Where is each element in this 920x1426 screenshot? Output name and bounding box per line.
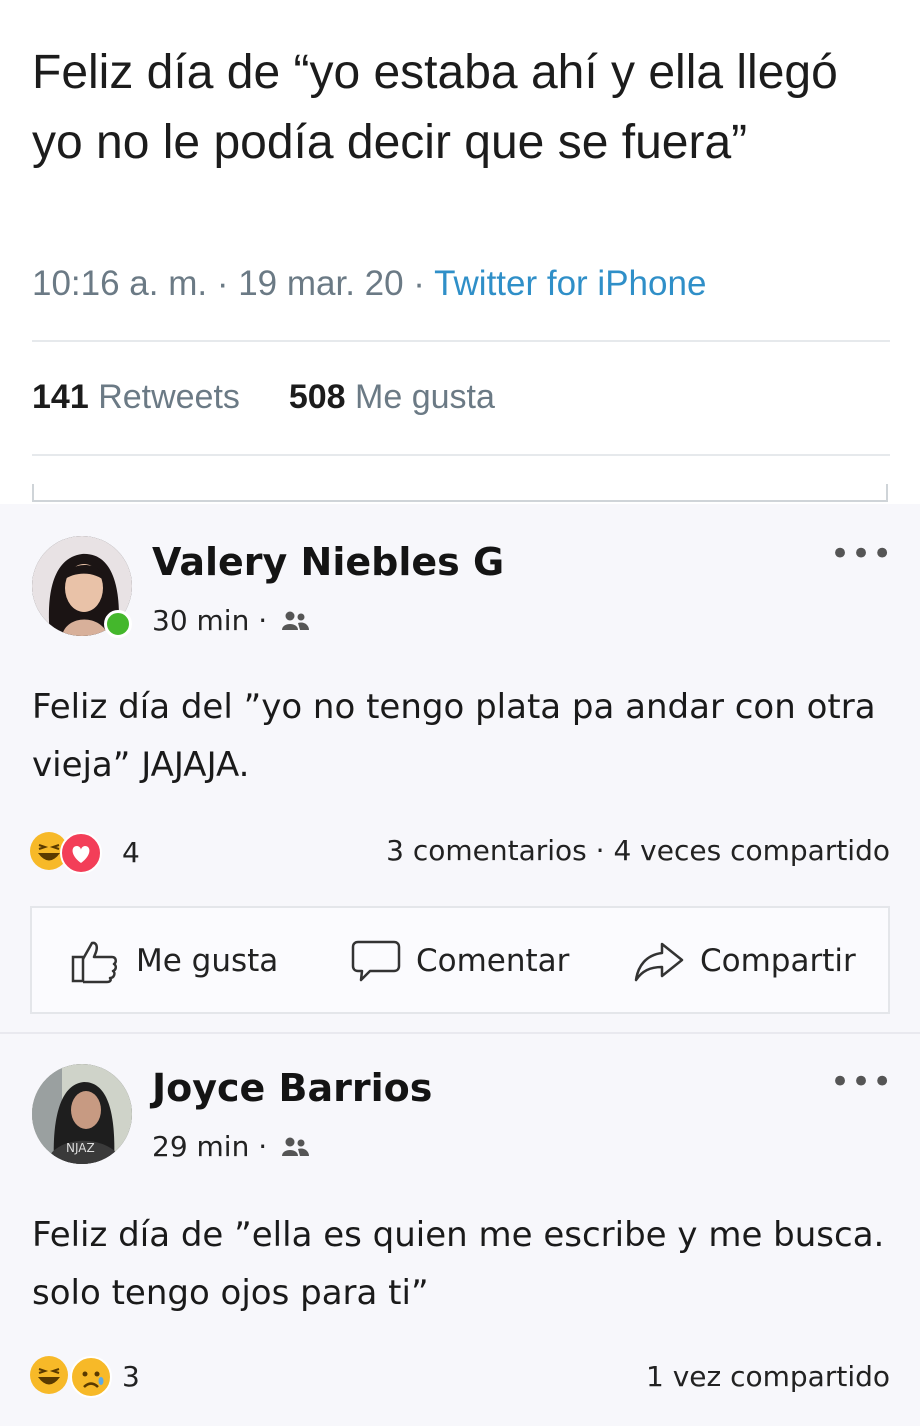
tweet-meta: 10:16 a. m. · 19 mar. 20 · Twitter for i…: [32, 264, 706, 304]
post-time: 29 min ·: [152, 1130, 310, 1165]
post-author[interactable]: Valery Niebles G: [152, 540, 504, 584]
more-options-icon[interactable]: •••: [830, 1062, 893, 1102]
sad-emoji-icon: [70, 1356, 112, 1398]
likes-count[interactable]: 508: [289, 378, 346, 416]
friends-icon: [280, 1132, 310, 1165]
divider: [32, 454, 890, 456]
svg-text:NJAZ: NJAZ: [66, 1141, 95, 1155]
reaction-count: 3: [122, 1360, 140, 1393]
retweets-label[interactable]: Retweets: [98, 378, 240, 416]
comment-button[interactable]: Comentar: [350, 938, 569, 984]
friends-icon: [280, 606, 310, 639]
tweet-source-link[interactable]: Twitter for iPhone: [434, 264, 706, 303]
thumbs-up-icon: [71, 941, 118, 984]
like-button[interactable]: Me gusta: [70, 938, 278, 984]
divider: [32, 340, 890, 342]
tweet-stats: 141 Retweets 508 Me gusta: [32, 378, 495, 417]
speech-bubble-icon: [351, 940, 401, 982]
fb-post-2: NJAZ Joyce Barrios 29 min · ••• Feliz dí…: [0, 1034, 920, 1426]
avatar[interactable]: NJAZ: [32, 1064, 132, 1164]
fb-post-1: Valery Niebles G 30 min · ••• Feliz día …: [0, 504, 920, 1032]
online-status-icon: [104, 610, 132, 638]
tweet-action-bar: [32, 484, 888, 502]
like-label: Me gusta: [136, 943, 279, 979]
heart-icon: [60, 832, 102, 874]
post-author[interactable]: Joyce Barrios: [152, 1066, 432, 1110]
haha-emoji-icon: [30, 1356, 68, 1394]
share-button[interactable]: Compartir: [632, 938, 856, 984]
likes-label[interactable]: Me gusta: [355, 378, 495, 416]
avatar-image: NJAZ: [32, 1064, 132, 1164]
tweet-text: Feliz día de “yo estaba ahí y ella llegó…: [32, 46, 838, 169]
post-time: 30 min ·: [152, 604, 310, 639]
post-counts[interactable]: 1 vez compartido: [646, 1360, 890, 1393]
post-text: Feliz día del ”yo no tengo plata pa anda…: [32, 687, 876, 785]
tweet-card: Feliz día de “yo estaba ahí y ella llegó…: [0, 0, 920, 502]
reaction-count: 4: [122, 836, 140, 869]
share-arrow-icon: [634, 942, 684, 982]
tweet-time: 10:16 a. m. · 19 mar. 20 ·: [32, 264, 425, 303]
post-text: Feliz día de ”ella es quien me escribe y…: [32, 1215, 885, 1313]
more-options-icon[interactable]: •••: [830, 534, 893, 574]
retweets-count[interactable]: 141: [32, 378, 89, 416]
share-label: Compartir: [700, 943, 856, 979]
post-actions-bar: Me gusta Comentar Compartir: [30, 906, 890, 1014]
post-counts[interactable]: 3 comentarios · 4 veces compartido: [386, 834, 890, 867]
comment-label: Comentar: [416, 943, 570, 979]
